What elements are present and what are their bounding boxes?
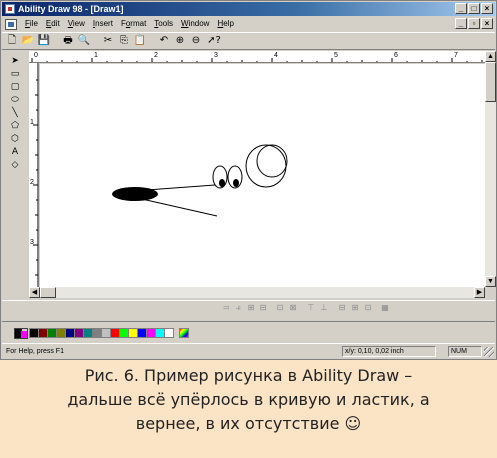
polygon-tool-icon[interactable]: ⬠ — [9, 120, 21, 132]
bring-front-icon[interactable]: ⊟ — [337, 303, 347, 313]
ungroup-icon[interactable]: ⊠ — [288, 303, 298, 313]
context-help-icon[interactable]: ➚? — [205, 34, 223, 48]
rounded-rectangle-tool-icon[interactable]: ▢ — [9, 81, 21, 93]
save-icon[interactable]: 💾 — [37, 34, 51, 48]
ruler-label: 5 — [334, 52, 338, 59]
caption-line: дальше всё упёрлось в кривую и ластик, а — [67, 390, 430, 409]
window-title: Ability Draw 98 - [Draw1] — [18, 4, 124, 14]
drawing-content — [112, 144, 288, 217]
new-icon[interactable]: 🗋 — [5, 34, 19, 48]
child-minimize-button[interactable]: _ — [455, 18, 467, 29]
title-bar: Ability Draw 98 - [Draw1] _ □ × — [2, 2, 495, 16]
menu-window[interactable]: Window — [177, 17, 213, 31]
open-icon[interactable]: 📂 — [21, 34, 35, 48]
text-tool-icon[interactable]: A — [9, 146, 21, 158]
scroll-left-button[interactable]: ◀ — [29, 287, 40, 298]
zoom-out-icon[interactable]: ⊖ — [189, 34, 203, 48]
ruler-label: 7 — [454, 52, 458, 59]
ruler-label: 3 — [30, 239, 34, 246]
app-window: Ability Draw 98 - [Draw1] _ □ × File Edi… — [0, 0, 497, 360]
minimize-button[interactable]: _ — [455, 3, 467, 14]
menu-edit[interactable]: Edit — [42, 17, 64, 31]
ruler-label: 2 — [154, 52, 158, 59]
app-icon[interactable] — [5, 4, 15, 14]
line-tool-icon[interactable]: ╲ — [9, 107, 21, 119]
color-swatch[interactable] — [164, 328, 174, 338]
align-toolbar: ⫤ ⫣ ⊞ ⊟ ⊡ ⊠ ⊤ ⊥ ⊟ ⊞ ⊡ ▦ — [2, 300, 495, 316]
menu-view[interactable]: View — [64, 17, 89, 31]
ruler-label: 2 — [30, 179, 34, 186]
fill-tool-icon[interactable]: ◇ — [9, 159, 21, 171]
distribute-icon[interactable]: ⊡ — [363, 303, 373, 313]
cut-icon[interactable]: ✂ — [101, 34, 115, 48]
align-bottom-icon[interactable]: ⊥ — [319, 303, 329, 313]
maximize-button[interactable]: □ — [468, 3, 480, 14]
ruler-label: 3 — [214, 52, 218, 59]
background-color — [21, 331, 27, 338]
menu-insert[interactable]: Insert — [89, 17, 117, 31]
drawing-canvas[interactable] — [40, 64, 485, 287]
status-bar: For Help, press F1 x/y: 0,10, 0,02 inch … — [2, 343, 495, 358]
current-colors[interactable] — [14, 328, 28, 339]
select-tool-icon[interactable]: ➤ — [9, 55, 21, 67]
send-back-icon[interactable]: ⊞ — [350, 303, 360, 313]
undo-icon[interactable]: ↶ — [157, 34, 171, 48]
close-button[interactable]: × — [481, 3, 493, 14]
zoom-in-icon[interactable]: ⊕ — [173, 34, 187, 48]
vertical-scrollbar[interactable]: ▲ ▼ — [485, 51, 496, 287]
ruler-label: 6 — [394, 52, 398, 59]
status-help-text: For Help, press F1 — [6, 348, 64, 355]
group-icon[interactable]: ⊡ — [275, 303, 285, 313]
copy-icon[interactable]: ⎘ — [117, 34, 131, 48]
caption-line: вернее, в их отсутствие ☺ — [135, 414, 362, 433]
align-center-icon[interactable]: ⊞ — [246, 303, 256, 313]
rectangle-tool-icon[interactable]: ▭ — [9, 68, 21, 80]
status-coordinates: x/y: 0,10, 0,02 inch — [342, 346, 436, 357]
horizontal-scrollbar[interactable]: ◀ ▶ — [29, 287, 485, 298]
ruler-label: 1 — [94, 52, 98, 59]
scroll-right-button[interactable]: ▶ — [474, 287, 485, 298]
figure-caption: Рис. 6. Пример рисунка в Ability Draw – … — [0, 364, 497, 436]
grid-icon[interactable]: ▦ — [380, 303, 390, 313]
scroll-thumb[interactable] — [485, 62, 496, 102]
document-icon[interactable] — [5, 18, 17, 30]
freehand-tool-icon[interactable]: ⬡ — [9, 133, 21, 145]
print-icon[interactable]: 🖶 — [61, 34, 75, 48]
ruler-label: 4 — [274, 52, 278, 59]
menu-bar: File Edit View Insert Format Tools Windo… — [2, 17, 495, 31]
vertical-ruler: 1 2 3 — [29, 63, 39, 287]
print-preview-icon[interactable]: 🔍 — [77, 34, 91, 48]
drawing-toolbox: ➤ ▭ ▢ ⬭ ╲ ⬠ ⬡ A ◇ — [7, 55, 23, 185]
child-restore-button[interactable]: ▫ — [468, 18, 480, 29]
custom-color-icon[interactable] — [179, 328, 189, 338]
horizontal-ruler: 0 1 2 3 4 5 6 7 — [29, 51, 485, 63]
menu-file[interactable]: File — [21, 17, 42, 31]
paste-icon[interactable]: 📋 — [133, 34, 147, 48]
status-num-lock: NUM — [448, 346, 482, 357]
align-right-icon[interactable]: ⫣ — [233, 303, 243, 313]
scroll-down-button[interactable]: ▼ — [485, 276, 496, 287]
menu-tools[interactable]: Tools — [150, 17, 177, 31]
child-close-button[interactable]: × — [481, 18, 493, 29]
align-top-icon[interactable]: ⊤ — [306, 303, 316, 313]
resize-grip[interactable] — [484, 347, 494, 357]
ellipse-tool-icon[interactable]: ⬭ — [9, 94, 21, 106]
menu-help[interactable]: Help — [213, 17, 237, 31]
align-left-icon[interactable]: ⫤ — [221, 303, 231, 313]
color-palette-bar — [2, 321, 495, 341]
scroll-up-button[interactable]: ▲ — [485, 51, 496, 62]
ruler-label: 1 — [30, 119, 34, 126]
scroll-thumb[interactable] — [40, 287, 56, 298]
menu-format[interactable]: Format — [117, 17, 150, 31]
align-middle-icon[interactable]: ⊟ — [258, 303, 268, 313]
ruler-label: 0 — [34, 52, 38, 59]
standard-toolbar: 🗋 📂 💾 🖶 🔍 ✂ ⎘ 📋 ↶ ⊕ ⊖ ➚? — [2, 32, 495, 50]
caption-line: Рис. 6. Пример рисунка в Ability Draw – — [84, 366, 413, 385]
color-swatches — [29, 328, 189, 338]
